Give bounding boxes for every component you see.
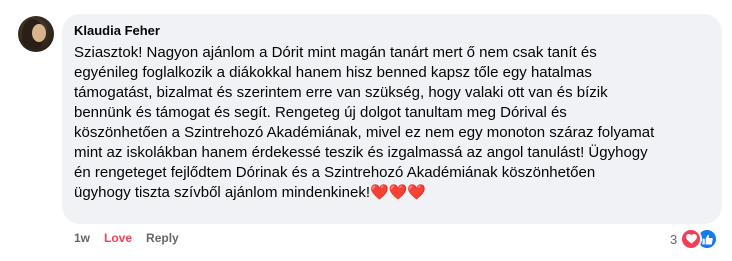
comment-actions: 1w Love Reply [74,230,179,246]
avatar[interactable] [18,16,54,52]
reaction-icons [680,228,719,250]
love-button[interactable]: Love [104,230,132,246]
reaction-summary[interactable]: 3 [670,228,719,250]
comment-bubble: Klaudia Feher Sziasztok! Nagyon ajánlom … [62,14,722,224]
comment-text: Sziasztok! Nagyon ajánlom a Dórit mint m… [74,44,655,201]
comment: Klaudia Feher Sziasztok! Nagyon ajánlom … [0,0,732,261]
comment-author[interactable]: Klaudia Feher [74,23,710,39]
reply-button[interactable]: Reply [146,230,179,246]
comment-timestamp[interactable]: 1w [74,230,90,246]
reaction-count: 3 [670,231,678,247]
